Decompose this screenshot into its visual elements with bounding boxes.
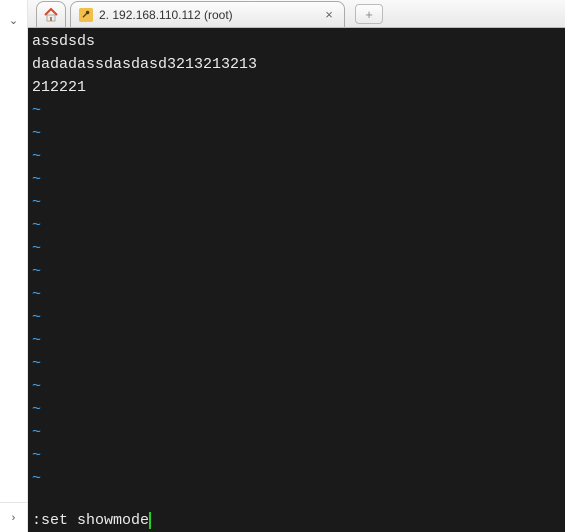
terminal-tildes: ~ ~ ~ ~ ~ ~ ~ ~ ~ ~ ~ ~ ~ ~ ~ ~ ~	[32, 99, 561, 509]
chevron-right-icon: ›	[12, 512, 16, 524]
gutter-expand-bottom[interactable]: ›	[0, 502, 27, 532]
tilde-line: ~	[32, 375, 561, 398]
tilde-line: ~	[32, 444, 561, 467]
app-root: ⌄ › 2. 192.168.110.112 (root)	[0, 0, 565, 532]
tilde-line: ~	[32, 191, 561, 214]
tab-close-button[interactable]: ×	[322, 8, 336, 22]
tab-bar: 2. 192.168.110.112 (root) × +	[28, 0, 565, 28]
tilde-line: ~	[32, 352, 561, 375]
terminal-line: 212221	[32, 76, 561, 99]
tilde-line: ~	[32, 214, 561, 237]
tilde-line: ~	[32, 168, 561, 191]
terminal-content: assdsds dadadassdasdasd3213213213 212221	[32, 30, 561, 99]
main-area: 2. 192.168.110.112 (root) × + assdsds da…	[28, 0, 565, 532]
cursor-icon	[149, 512, 151, 529]
terminal-line: dadadassdasdasd3213213213	[32, 53, 561, 76]
close-icon: ×	[325, 7, 333, 22]
chevron-down-icon: ⌄	[9, 14, 18, 27]
tilde-line: ~	[32, 237, 561, 260]
tilde-line: ~	[32, 122, 561, 145]
tilde-line: ~	[32, 99, 561, 122]
tilde-line: ~	[32, 260, 561, 283]
tilde-line: ~	[32, 329, 561, 352]
tilde-line: ~	[32, 145, 561, 168]
terminal-command-text: :set showmode	[32, 509, 149, 532]
home-icon	[43, 7, 59, 23]
terminal-command-line[interactable]: :set showmode	[32, 509, 561, 532]
tab-session[interactable]: 2. 192.168.110.112 (root) ×	[70, 1, 345, 27]
gutter-collapse-top[interactable]: ⌄	[0, 0, 27, 40]
tab-session-label: 2. 192.168.110.112 (root)	[99, 8, 314, 22]
tilde-line: ~	[32, 398, 561, 421]
tilde-line: ~	[32, 467, 561, 490]
plus-icon: +	[365, 8, 373, 21]
terminal[interactable]: assdsds dadadassdasdasd3213213213 212221…	[28, 28, 565, 532]
wrench-icon	[79, 8, 93, 22]
tab-home[interactable]	[36, 1, 66, 27]
new-tab-button[interactable]: +	[355, 4, 383, 24]
tilde-line: ~	[32, 421, 561, 444]
tilde-line: ~	[32, 283, 561, 306]
terminal-line: assdsds	[32, 30, 561, 53]
left-gutter: ⌄ ›	[0, 0, 28, 532]
tilde-line: ~	[32, 306, 561, 329]
